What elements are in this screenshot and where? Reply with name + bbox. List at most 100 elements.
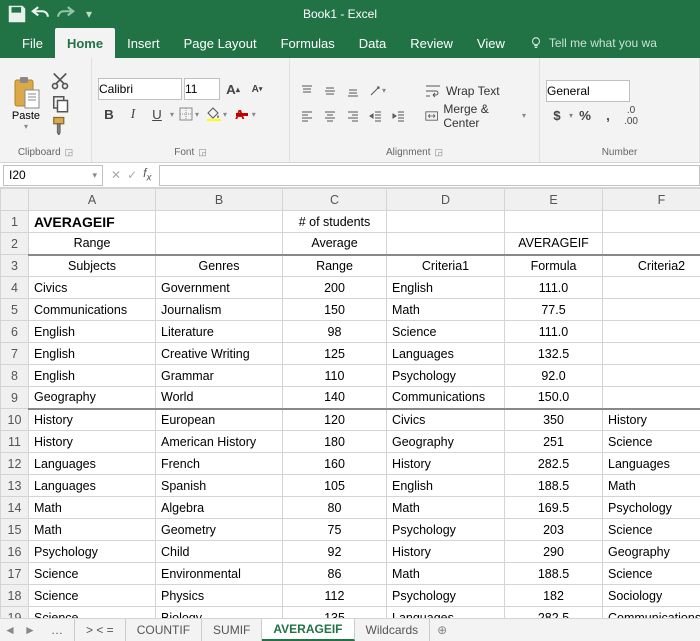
name-box[interactable]: I20▾ (3, 165, 103, 186)
cell[interactable]: 290 (505, 541, 603, 563)
cell[interactable]: Civics (387, 409, 505, 431)
cell[interactable]: 110 (283, 365, 387, 387)
cell[interactable]: 120 (283, 409, 387, 431)
redo-icon[interactable] (54, 3, 76, 25)
cell[interactable]: Range (29, 233, 156, 255)
comma-format-button[interactable]: , (597, 105, 619, 127)
cell[interactable]: French (156, 453, 283, 475)
increase-indent-icon[interactable] (388, 105, 410, 127)
row-header[interactable]: 19 (1, 607, 29, 619)
cell[interactable]: 350 (505, 409, 603, 431)
cell[interactable]: AVERAGEIF (29, 211, 156, 233)
tab-insert[interactable]: Insert (115, 28, 172, 58)
cell[interactable]: 180 (283, 431, 387, 453)
cell[interactable]: History (603, 409, 700, 431)
cell[interactable]: World (156, 387, 283, 409)
decrease-font-icon[interactable]: A▾ (246, 78, 268, 100)
cell[interactable]: English (29, 343, 156, 365)
cell[interactable]: Psychology (603, 497, 700, 519)
cell[interactable]: Biology (156, 607, 283, 619)
cell[interactable]: 125 (283, 343, 387, 365)
cell[interactable]: English (29, 365, 156, 387)
sheet-tab-countif[interactable]: COUNTIF (126, 619, 202, 641)
wrap-text-button[interactable]: Wrap Text (418, 80, 533, 102)
cell[interactable] (603, 365, 700, 387)
cell[interactable]: Math (387, 497, 505, 519)
cell[interactable]: Geography (29, 387, 156, 409)
cell[interactable] (387, 233, 505, 255)
align-left-icon[interactable] (296, 105, 318, 127)
cell[interactable]: 111.0 (505, 277, 603, 299)
cell[interactable]: Communications (603, 607, 700, 619)
cell[interactable] (603, 387, 700, 409)
cell[interactable]: 182 (505, 585, 603, 607)
row-header[interactable]: 15 (1, 519, 29, 541)
col-header[interactable]: C (283, 189, 387, 211)
cell[interactable]: Science (603, 519, 700, 541)
accounting-format-button[interactable]: $ (546, 105, 568, 127)
font-launcher-icon[interactable]: ◲ (198, 147, 207, 158)
cell[interactable]: Civics (29, 277, 156, 299)
tab-view[interactable]: View (465, 28, 517, 58)
font-name-select[interactable] (98, 78, 182, 100)
increase-font-icon[interactable]: A▴ (222, 78, 244, 100)
cell[interactable]: Languages (387, 607, 505, 619)
row-header[interactable]: 13 (1, 475, 29, 497)
cell[interactable]: Spanish (156, 475, 283, 497)
cell[interactable]: Geography (387, 431, 505, 453)
cell[interactable]: History (29, 409, 156, 431)
cell[interactable]: Government (156, 277, 283, 299)
cell[interactable] (603, 343, 700, 365)
sheet-tab-wildcards[interactable]: Wildcards (355, 619, 431, 641)
cell[interactable]: European (156, 409, 283, 431)
cell[interactable]: 150.0 (505, 387, 603, 409)
percent-format-button[interactable]: % (574, 105, 596, 127)
cell[interactable]: 169.5 (505, 497, 603, 519)
cell[interactable]: Algebra (156, 497, 283, 519)
bold-button[interactable]: B (98, 103, 120, 125)
row-header[interactable]: 4 (1, 277, 29, 299)
tab-home[interactable]: Home (55, 28, 115, 58)
increase-decimal-icon[interactable]: .0.00 (620, 105, 642, 127)
cell[interactable]: Communications (29, 299, 156, 321)
paste-button[interactable]: Paste ▾ (6, 76, 46, 131)
cell[interactable]: Criteria1 (387, 255, 505, 277)
tab-file[interactable]: File (10, 28, 55, 58)
cell[interactable]: Math (387, 563, 505, 585)
cell[interactable]: Math (603, 475, 700, 497)
cell[interactable] (156, 211, 283, 233)
cell[interactable]: 188.5 (505, 563, 603, 585)
save-icon[interactable] (6, 3, 28, 25)
select-all-corner[interactable] (1, 189, 29, 211)
cell[interactable]: Languages (29, 475, 156, 497)
cell[interactable]: AVERAGEIF (505, 233, 603, 255)
merge-center-button[interactable]: Merge & Center▾ (418, 105, 533, 127)
spreadsheet-grid[interactable]: A B C D E F 1 AVERAGEIF # of students 2 … (0, 188, 700, 618)
cell[interactable]: 80 (283, 497, 387, 519)
cell[interactable]: 92 (283, 541, 387, 563)
row-header[interactable]: 11 (1, 431, 29, 453)
italic-button[interactable]: I (122, 103, 144, 125)
sheet-tab-sumif[interactable]: SUMIF (202, 619, 262, 641)
tab-review[interactable]: Review (398, 28, 465, 58)
cell[interactable]: Math (29, 519, 156, 541)
row-header[interactable]: 1 (1, 211, 29, 233)
borders-icon[interactable]: ▾ (176, 103, 202, 125)
undo-icon[interactable] (30, 3, 52, 25)
cell[interactable]: Languages (603, 453, 700, 475)
cell[interactable]: English (29, 321, 156, 343)
cell[interactable]: Environmental (156, 563, 283, 585)
row-header[interactable]: 17 (1, 563, 29, 585)
cell[interactable]: 200 (283, 277, 387, 299)
cell[interactable]: American History (156, 431, 283, 453)
new-sheet-icon[interactable]: ⊕ (430, 623, 454, 637)
align-right-icon[interactable] (342, 105, 364, 127)
row-header[interactable]: 5 (1, 299, 29, 321)
cell[interactable]: Formula (505, 255, 603, 277)
row-header[interactable]: 3 (1, 255, 29, 277)
cell[interactable]: Psychology (387, 519, 505, 541)
cell[interactable]: # of students (283, 211, 387, 233)
align-middle-icon[interactable] (319, 80, 341, 102)
cell[interactable]: English (387, 277, 505, 299)
cell[interactable]: 77.5 (505, 299, 603, 321)
